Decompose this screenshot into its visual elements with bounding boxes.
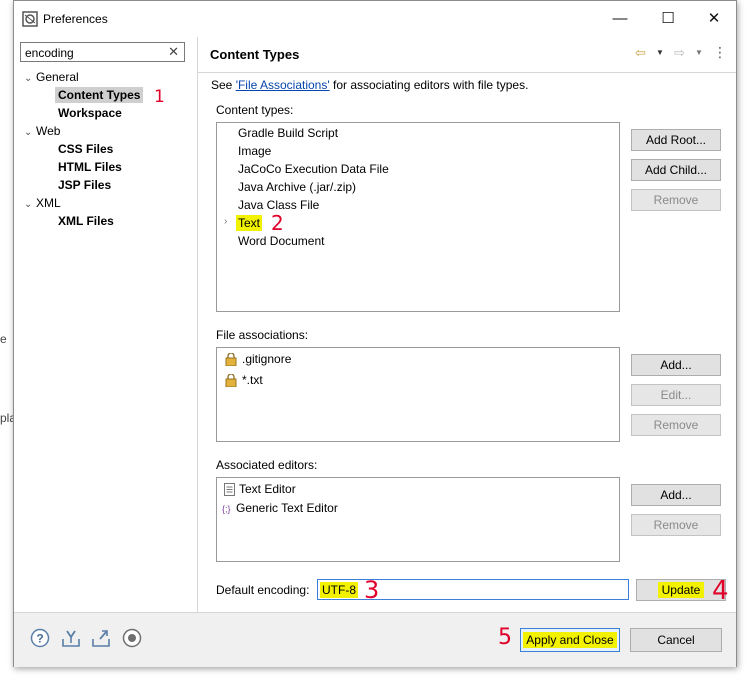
file-associations-list[interactable]: .gitignore *.txt [216,347,620,442]
tree-item-workspace[interactable]: Workspace [58,106,122,120]
tree-item-html-files[interactable]: HTML Files [58,160,122,174]
file-association-label: .gitignore [242,352,292,366]
remove-association-button[interactable]: Remove [631,414,721,436]
back-dropdown-icon[interactable]: ▼ [656,48,664,57]
default-encoding-label: Default encoding: [216,583,310,597]
import-icon[interactable] [61,628,81,648]
content-type-item-text[interactable]: Text [236,215,263,231]
annotation-3: 3 [364,576,380,604]
chevron-down-icon[interactable]: ⌄ [24,199,36,210]
forward-arrow-icon[interactable]: ⇨ [674,45,685,61]
content-types-label: Content types: [216,103,294,117]
description-text: See 'File Associations' for associating … [211,78,528,92]
content-type-item[interactable]: Word Document [238,234,324,248]
filter-input-value: encoding [25,46,74,60]
tree-item-jsp-files[interactable]: JSP Files [58,178,111,192]
export-icon[interactable] [91,628,111,648]
associated-editors-list[interactable]: Text Editor {;} Generic Text Editor [216,477,620,562]
tree-item-content-types[interactable]: Content Types [55,87,144,103]
chevron-down-icon[interactable]: ⌄ [24,73,36,84]
annotation-4: 4 [712,576,729,606]
add-editor-button[interactable]: Add... [631,484,721,506]
text-file-icon [224,483,235,497]
generic-editor-icon: {;} [222,503,231,514]
content-types-page: Content Types ⇦ ▼ ⇨ ▼ ⋮ See 'File Associ… [198,37,736,612]
page-title: Content Types [210,47,300,62]
editor-label: Text Editor [239,482,296,496]
content-type-item[interactable]: JaCoCo Execution Data File [238,162,389,176]
add-child-button[interactable]: Add Child... [631,159,721,181]
maximize-button[interactable]: ☐ [648,7,688,31]
description-prefix: See [211,78,236,92]
preferences-sidebar: encoding ✕ ⌄ General Content Types 1 Work… [14,37,198,612]
preferences-dialog: Preferences — ☐ ✕ encoding ✕ ⌄ General Co… [13,0,737,667]
header-divider [198,72,736,73]
edit-association-button[interactable]: Edit... [631,384,721,406]
cancel-button[interactable]: Cancel [630,628,722,652]
tree-node-label: Web [36,124,61,138]
associated-editors-label: Associated editors: [216,458,318,472]
content-type-item[interactable]: Gradle Build Script [238,126,338,140]
editor-item[interactable]: Text Editor [224,482,296,497]
content-type-item[interactable]: Java Class File [238,198,319,212]
annotation-5: 5 [498,625,512,650]
help-icon[interactable]: ? [30,628,50,648]
tree-node-label: General [36,70,79,84]
file-associations-link[interactable]: 'File Associations' [236,78,330,92]
file-association-item[interactable]: .gitignore [225,352,292,367]
annotation-1: 1 [154,87,165,107]
add-root-button[interactable]: Add Root... [631,129,721,151]
forward-dropdown-icon[interactable]: ▼ [695,48,703,57]
close-window-button[interactable]: ✕ [694,7,734,31]
apply-and-close-button[interactable]: Apply and Close [520,628,620,652]
clear-filter-icon[interactable]: ✕ [168,44,179,60]
background-text-fragment: e [0,332,7,346]
dialog-footer: ? 5 Apply and Close Cancel [14,612,736,667]
eclipse-icon [22,11,38,27]
update-button-label: Update [657,582,705,598]
window-title: Preferences [43,12,108,26]
file-associations-label: File associations: [216,328,309,342]
tree-node-xml[interactable]: ⌄ XML [24,196,61,210]
description-suffix: for associating editors with file types. [329,78,529,92]
content-type-item[interactable]: Java Archive (.jar/.zip) [238,180,356,194]
remove-editor-button[interactable]: Remove [631,514,721,536]
content-type-item[interactable]: Image [238,144,271,158]
tree-node-general[interactable]: ⌄ General [24,70,79,84]
chevron-down-icon[interactable]: ⌄ [24,127,36,138]
default-encoding-value: UTF-8 [320,582,358,598]
add-association-button[interactable]: Add... [631,354,721,376]
filter-input[interactable]: encoding ✕ [20,42,185,62]
file-association-label: *.txt [242,373,263,387]
chevron-right-icon[interactable]: › [224,216,227,227]
view-menu-icon[interactable]: ⋮ [713,44,727,61]
default-encoding-input[interactable]: UTF-8 3 [317,576,629,604]
back-arrow-icon[interactable]: ⇦ [635,45,646,61]
title-bar: Preferences — ☐ ✕ [14,1,736,37]
content-types-tree[interactable]: Gradle Build Script Image JaCoCo Executi… [216,122,620,312]
tree-node-label: XML [36,196,61,210]
record-icon[interactable] [122,628,142,648]
annotation-2: 2 [271,211,284,235]
apply-and-close-label: Apply and Close [523,632,617,648]
svg-text:?: ? [36,632,43,646]
minimize-button[interactable]: — [600,7,640,31]
tree-item-xml-files[interactable]: XML Files [58,214,114,228]
tree-item-css-files[interactable]: CSS Files [58,142,113,156]
editor-item[interactable]: {;} Generic Text Editor [222,501,338,515]
editor-label: Generic Text Editor [236,501,338,515]
tree-node-web[interactable]: ⌄ Web [24,124,60,138]
lock-icon [225,373,237,388]
file-association-item[interactable]: *.txt [225,373,263,388]
background-text-fragment: pla [0,411,14,425]
remove-content-type-button[interactable]: Remove [631,189,721,211]
lock-icon [225,352,237,367]
